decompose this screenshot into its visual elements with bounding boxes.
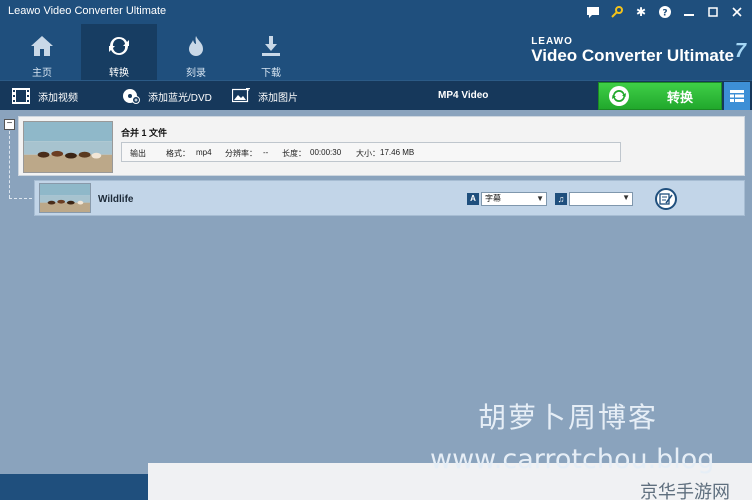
convert-icon <box>109 37 129 55</box>
convert-button[interactable]: 转换 <box>598 82 722 110</box>
film-icon <box>12 88 30 104</box>
convert-button-label: 转换 <box>667 89 694 105</box>
minimize-icon[interactable] <box>680 3 698 21</box>
file-name: Wildlife <box>98 194 134 205</box>
tree-line-vertical <box>9 131 10 198</box>
tab-burn[interactable]: 刻录 <box>158 24 234 80</box>
tab-convert-label: 转换 <box>109 68 129 79</box>
collapse-toggle[interactable]: − <box>4 119 15 130</box>
duration-label: 长度： <box>282 149 306 158</box>
toolbar: 添加视频 添加蓝光/DVD 添加图片 MP4 Video 转换 <box>0 80 752 110</box>
add-video-button[interactable]: 添加视频 <box>12 81 78 111</box>
audio-track-select[interactable]: ▼ <box>569 192 633 206</box>
tab-home[interactable]: 主页 <box>4 24 80 80</box>
tab-home-label: 主页 <box>32 68 52 79</box>
svg-text:?: ? <box>662 9 667 19</box>
title-bar: Leawo Video Converter Ultimate ✱ ? <box>0 0 752 24</box>
download-icon <box>262 36 280 56</box>
subtitle-select[interactable]: 字幕 ▼ <box>481 192 547 206</box>
watermark-url: www.carrotchou.blog <box>430 444 715 475</box>
close-icon[interactable] <box>728 3 746 21</box>
output-label: 输出 <box>130 149 146 158</box>
brand-product: Video Converter Ultimate <box>531 46 734 65</box>
resolution-value: -- <box>263 148 269 157</box>
chat-icon[interactable] <box>584 3 602 21</box>
main-nav: 主页 转换 刻录 下载 LEAWO Video Converter Ultima… <box>0 24 752 80</box>
tab-download[interactable]: 下载 <box>233 24 309 80</box>
help-icon[interactable]: ? <box>656 3 674 21</box>
subtitle-icon: A <box>467 193 479 205</box>
merged-output-card[interactable]: 合并 1 文件 输出 格式： mp4 分辨率： -- 长度： 00:00:30 … <box>18 116 745 176</box>
gear-icon[interactable]: ✱ <box>632 3 650 21</box>
audio-track-icon: ♫ <box>555 193 567 205</box>
chevron-down-icon: ▼ <box>536 194 544 203</box>
convert-cycle-icon <box>609 86 629 106</box>
file-row[interactable]: Wildlife A 字幕 ▼ ♫ ▼ <box>34 180 745 216</box>
edit-icon <box>659 193 673 205</box>
format-label: 格式： <box>166 149 190 158</box>
chevron-down-icon: ▼ <box>622 193 630 202</box>
merged-title: 合并 1 文件 <box>121 128 168 138</box>
window-controls: ✱ ? <box>584 3 746 21</box>
subtitle-select-value: 字幕 <box>485 194 501 203</box>
resolution-label: 分辨率： <box>225 149 257 158</box>
tab-burn-label: 刻录 <box>186 68 206 79</box>
key-icon[interactable] <box>608 3 626 21</box>
add-video-label: 添加视频 <box>38 92 78 104</box>
output-info-box: 输出 格式： mp4 分辨率： -- 长度： 00:00:30 大小： 17.4… <box>121 142 621 162</box>
output-profile-selector[interactable]: MP4 Video <box>438 90 488 101</box>
brand-logo: LEAWO Video Converter Ultimate 7 <box>531 36 746 66</box>
size-value: 17.46 MB <box>380 148 415 157</box>
size-label: 大小： <box>356 149 380 158</box>
add-bluray-label: 添加蓝光/DVD <box>148 92 212 104</box>
merged-video-thumbnail <box>23 121 113 173</box>
home-icon <box>31 36 53 56</box>
tree-line-horizontal <box>9 198 37 199</box>
format-value: mp4 <box>196 148 212 157</box>
edit-video-button[interactable] <box>655 188 677 210</box>
disc-icon <box>123 89 140 104</box>
duration-value: 00:00:30 <box>310 148 342 157</box>
photo-icon <box>232 88 250 103</box>
watermark-title: 胡萝卜周博客 <box>478 401 659 434</box>
add-photo-button[interactable]: 添加图片 <box>232 81 298 111</box>
tab-download-label: 下载 <box>261 68 281 79</box>
add-photo-label: 添加图片 <box>258 92 298 104</box>
corner-watermark: 京华手游网 <box>640 482 730 500</box>
tab-convert[interactable]: 转换 <box>81 24 157 80</box>
file-thumbnail <box>39 183 91 213</box>
list-view-icon <box>730 90 744 102</box>
layout-toggle-button[interactable] <box>724 82 750 110</box>
window-title: Leawo Video Converter Ultimate <box>8 5 167 17</box>
brand-version: 7 <box>734 40 746 62</box>
add-bluray-button[interactable]: 添加蓝光/DVD <box>122 81 212 111</box>
burn-icon <box>189 36 203 56</box>
maximize-icon[interactable] <box>704 3 722 21</box>
